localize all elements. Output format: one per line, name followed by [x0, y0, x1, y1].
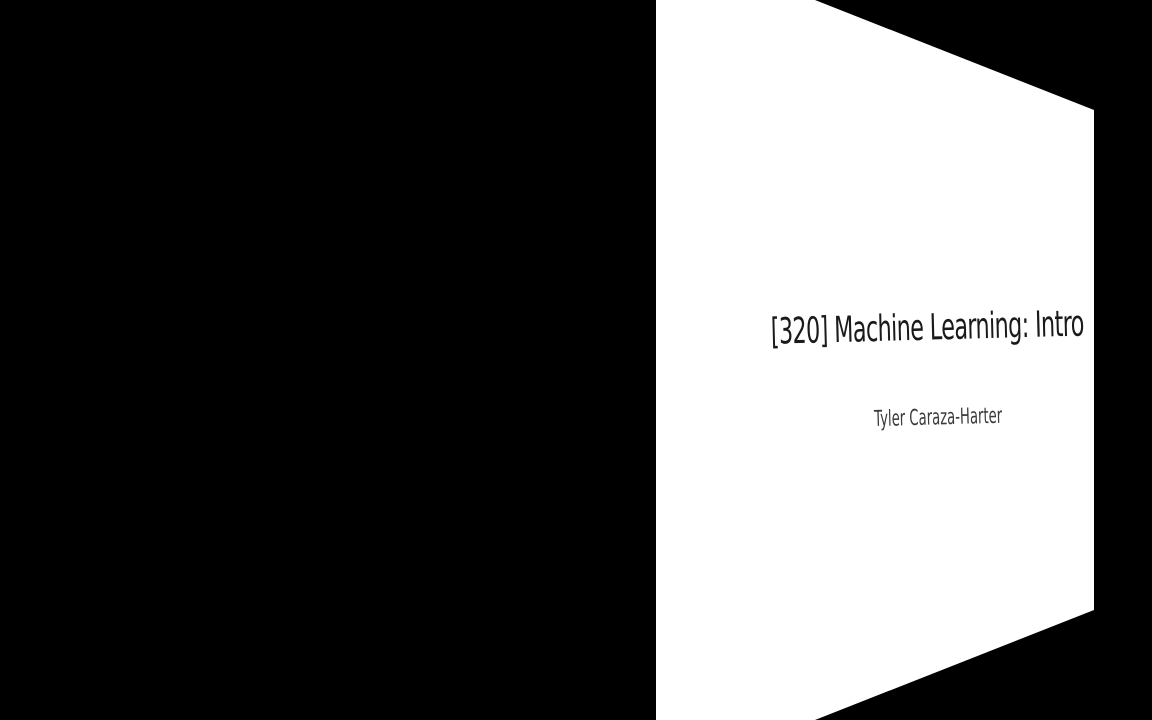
slide-title: [320] Machine Learning: Intro [770, 303, 1085, 353]
slide-subtitle: Tyler Caraza-Harter [873, 403, 1003, 433]
slide-content: [320] Machine Learning: Intro Tyler Cara… [760, 292, 1084, 460]
presentation-stage: [320] Machine Learning: Intro Tyler Cara… [0, 0, 1152, 720]
